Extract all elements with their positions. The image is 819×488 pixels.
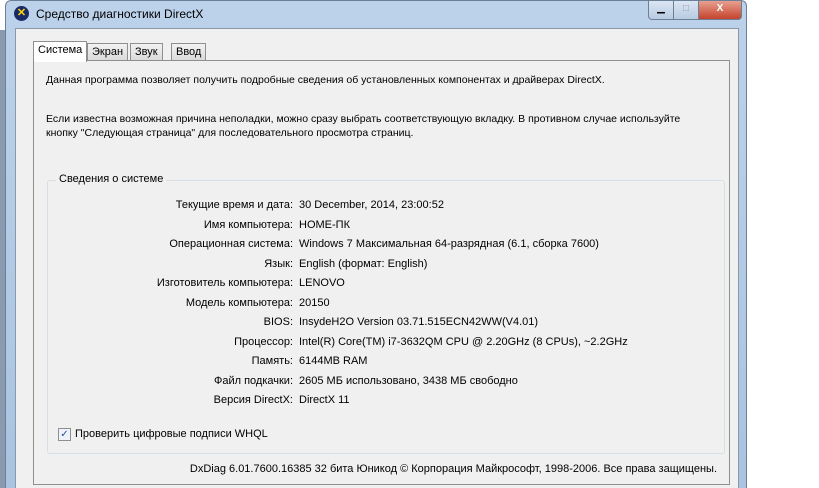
info-label: Файл подкачки: bbox=[213, 374, 293, 387]
whql-checkbox[interactable]: ✓ bbox=[58, 428, 71, 441]
info-value: Windows 7 Максимальная 64-разрядная (6.1… bbox=[299, 238, 599, 250]
info-label: Модель компьютера: bbox=[185, 296, 293, 309]
info-row: Модель компьютера: 20150 bbox=[48, 297, 718, 311]
maximize-button[interactable]: □ bbox=[673, 1, 699, 20]
info-value: DirectX 11 bbox=[299, 394, 350, 406]
group-title: Сведения о системе bbox=[56, 173, 167, 185]
info-row: Язык: English (формат: English) bbox=[48, 258, 718, 272]
footer-text: DxDiag 6.01.7600.16385 32 бита Юникод © … bbox=[189, 463, 717, 475]
info-value: LENOVO bbox=[299, 277, 345, 289]
info-label: Изготовитель компьютера: bbox=[156, 277, 293, 289]
info-row: Файл подкачки: 2605 МБ использовано, 3438… bbox=[48, 375, 718, 389]
info-row: Изготовитель компьютера: LENOVO bbox=[48, 277, 718, 291]
minimize-button[interactable]: ▁ bbox=[648, 1, 674, 20]
tab-system[interactable]: Система bbox=[33, 41, 88, 62]
system-info-group: Сведения о системе ✓ Проверить цифровые … bbox=[47, 173, 725, 454]
info-value: 20150 bbox=[299, 296, 330, 309]
info-label: Язык: bbox=[264, 257, 293, 270]
hint-text-2: кнопку "Следующая страница" для последов… bbox=[46, 127, 414, 139]
info-value: HOME-ПК bbox=[299, 218, 350, 231]
dxdiag-window: ✕ Средство диагностики DirectX ▁ □ X Сис… bbox=[5, 0, 747, 488]
info-row: Процессор: Intel(R) Core(TM) i7-3632QM CP… bbox=[48, 336, 718, 350]
window-title: Средство диагностики DirectX bbox=[36, 7, 204, 21]
info-label: Процессор: bbox=[234, 335, 293, 348]
info-value: Intel(R) Core(TM) i7-3632QM CPU @ 2.20GH… bbox=[299, 335, 628, 348]
info-row: BIOS: InsydeH2O Version 03.71.515ECN42WW(… bbox=[48, 316, 718, 330]
info-label: Память: bbox=[251, 355, 293, 367]
info-value: 6144MB RAM bbox=[299, 355, 368, 367]
info-value: 2605 МБ использовано, 3438 МБ свободно bbox=[299, 374, 518, 387]
intro-text: Данная программа позволяет получить подр… bbox=[46, 74, 605, 86]
info-row: Текущие время и дата: 30 December, 2014, … bbox=[48, 199, 718, 213]
info-row: Операционная система: Windows 7 Максималь… bbox=[48, 238, 718, 252]
info-value: InsydeH2O Version 03.71.515ECN42WW(V4.01… bbox=[299, 316, 539, 328]
hint-text-1: Если известна возможная причина неполадк… bbox=[46, 113, 681, 125]
info-row: Версия DirectX: DirectX 11 bbox=[48, 394, 718, 408]
directx-icon: ✕ bbox=[14, 6, 29, 21]
close-button[interactable]: X bbox=[698, 1, 742, 20]
info-label: Имя компьютера: bbox=[203, 218, 293, 231]
whql-label[interactable]: Проверить цифровые подписи WHQL bbox=[75, 428, 268, 440]
info-label: Версия DirectX: bbox=[213, 394, 293, 406]
client-area: Система Экран Звук Ввод Данная программа… bbox=[15, 28, 739, 488]
info-value: English (формат: English) bbox=[299, 257, 428, 270]
info-row: Имя компьютера: HOME-ПК bbox=[48, 219, 718, 233]
info-label: Текущие время и дата: bbox=[175, 199, 293, 211]
info-value: 30 December, 2014, 23:00:52 bbox=[299, 199, 444, 211]
info-row: Память: 6144MB RAM bbox=[48, 355, 718, 369]
info-label: Операционная система: bbox=[169, 238, 293, 250]
system-panel: Данная программа позволяет получить подр… bbox=[33, 60, 730, 485]
info-label: BIOS: bbox=[263, 316, 293, 328]
